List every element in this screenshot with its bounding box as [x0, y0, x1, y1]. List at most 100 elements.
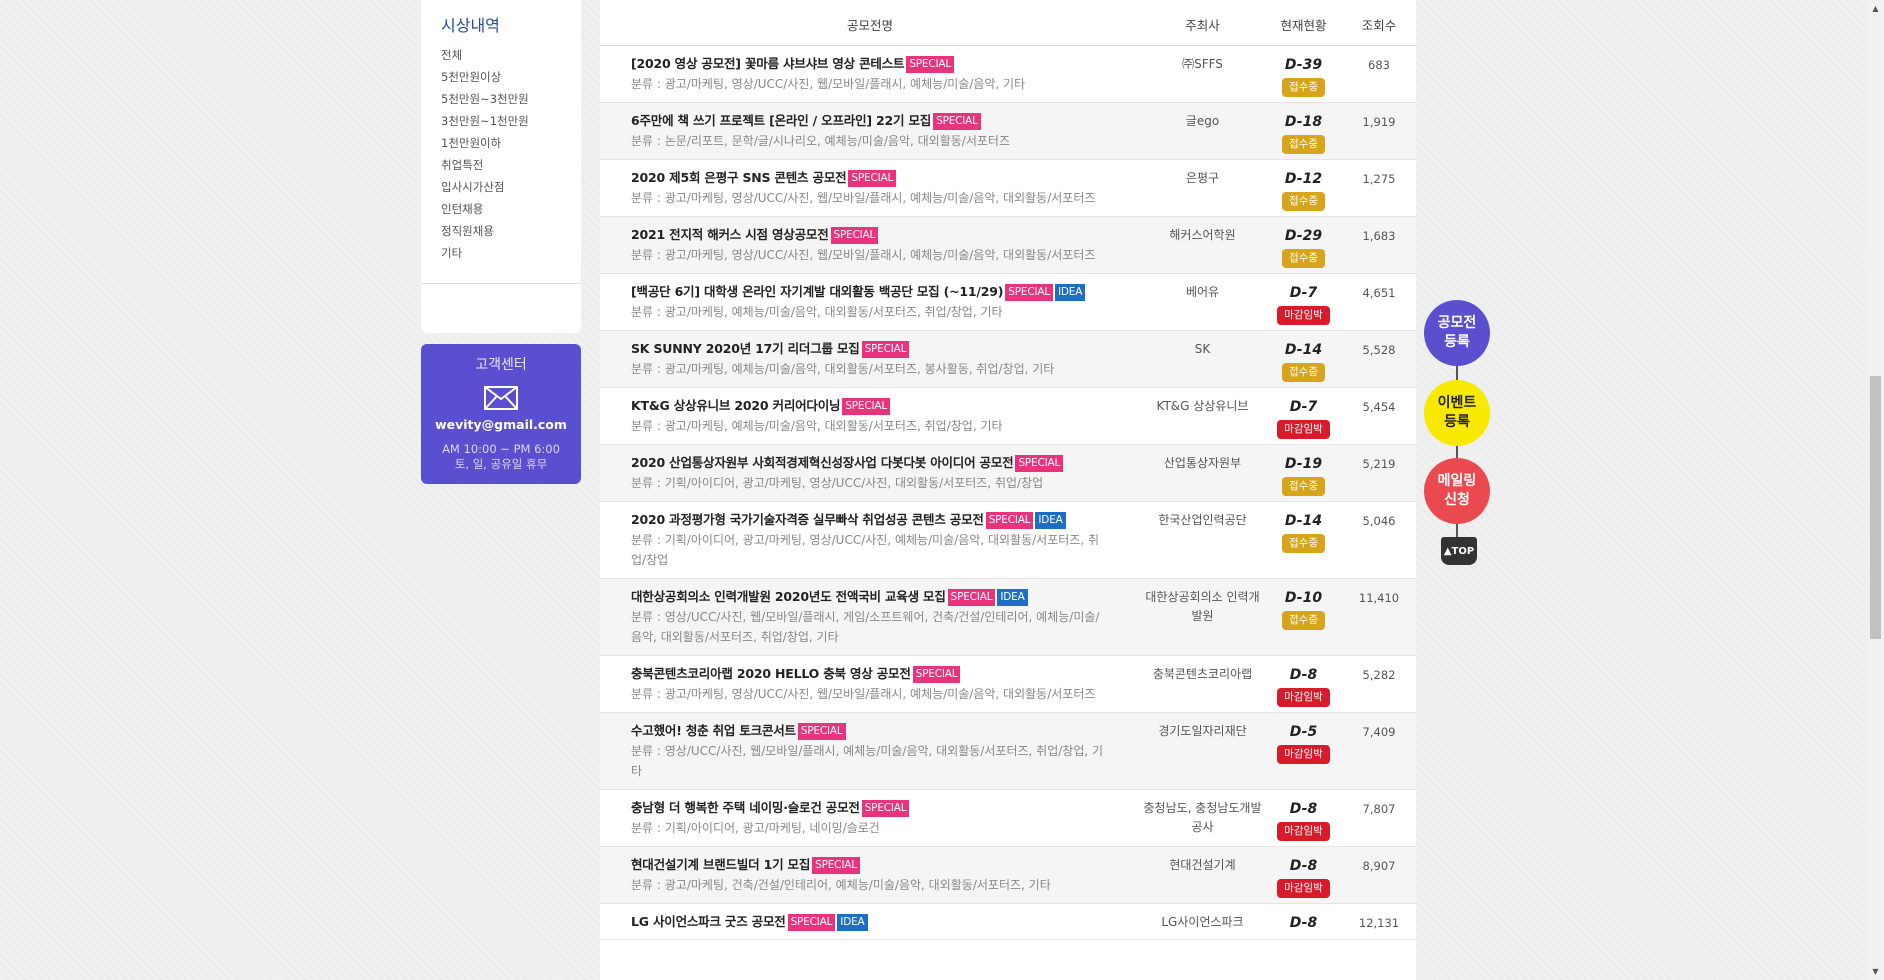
contest-status-cell: D-8	[1265, 904, 1342, 939]
contest-category: 분류 : 광고/마케팅, 영상/UCC/사진, 웹/모바일/플래시, 예체능/미…	[631, 191, 1096, 205]
page-scrollbar[interactable]: ▲ ▼	[1867, 0, 1884, 980]
view-count: 1,275	[1362, 172, 1396, 186]
dday-label: D-14	[1284, 513, 1323, 529]
view-count: 5,046	[1362, 514, 1396, 528]
table-row: 2020 제5회 은평구 SNS 콘텐츠 공모전 SPECIAL 분류 : 광고/마…	[600, 160, 1416, 217]
special-badge: SPECIAL	[1005, 284, 1053, 301]
table-header: 공모전명 주최사 현재현황 조회수	[600, 0, 1416, 46]
view-count: 4,651	[1362, 286, 1396, 300]
contest-status-cell: D-18 접수중	[1265, 103, 1342, 159]
sidebar-item[interactable]: 전체	[441, 44, 529, 66]
contest-title-link[interactable]: 수고했어! 청춘 취업 토크콘서트	[631, 723, 796, 738]
contest-title-link[interactable]: 충북콘텐츠코리아랩 2020 HELLO 충북 영상 공모전	[631, 666, 911, 681]
table-row: 2021 전지적 해커스 시점 영상공모전 SPECIAL 분류 : 광고/마케팅,…	[600, 217, 1416, 274]
view-count: 1,683	[1362, 229, 1396, 243]
contest-title-link[interactable]: SK SUNNY 2020년 17기 리더그룹 모집	[631, 341, 860, 356]
contest-title-link[interactable]: 2021 전지적 해커스 시점 영상공모전	[631, 227, 829, 242]
sidebar-item[interactable]: 3천만원~1천만원	[441, 110, 529, 132]
dday-label: D-5	[1289, 724, 1318, 740]
mailing-signup-label: 메일링 신청	[1437, 473, 1477, 508]
sidebar-item[interactable]: 기타	[441, 242, 529, 264]
contest-host: LG사이언스파크	[1161, 915, 1244, 929]
status-badge: 마감임박	[1277, 745, 1330, 764]
contest-title-link[interactable]: LG 사이언스파크 굿즈 공모전	[631, 914, 786, 929]
table-row: SK SUNNY 2020년 17기 리더그룹 모집 SPECIAL 분류 : 광고…	[600, 331, 1416, 388]
idea-badge: IDEA	[837, 914, 868, 931]
special-badge: SPECIAL	[1015, 455, 1064, 472]
contest-category: 분류 : 광고/마케팅, 건축/건설/인테리어, 예체능/미술/음악, 대외활동…	[631, 878, 1051, 892]
contest-title-link[interactable]: 대한상공회의소 인력개발원 2020년도 전액국비 교육생 모집	[631, 589, 946, 604]
contest-status-cell: D-7 마감임박	[1265, 274, 1342, 330]
contest-category: 분류 : 광고/마케팅, 예체능/미술/음악, 대외활동/서포터즈, 봉사활동,…	[631, 362, 1055, 376]
sidebar-item[interactable]: 입사시가산점	[441, 176, 529, 198]
register-contest-button[interactable]: 공모전 등록	[1424, 300, 1490, 366]
status-badge: 마감임박	[1277, 879, 1330, 898]
contest-status-cell: D-19 접수중	[1265, 445, 1342, 501]
table-row: [2020 영상 공모전] 꽃마름 샤브샤브 영상 콘테스트 SPECIAL 분류 …	[600, 46, 1416, 103]
status-badge: 마감임박	[1277, 420, 1330, 439]
mail-icon	[484, 386, 518, 410]
contest-title-cell: KT&G 상상유니브 2020 커리어다이닝 SPECIAL 분류 : 광고/마케팅…	[600, 388, 1140, 444]
scrollbar-thumb[interactable]	[1870, 376, 1881, 639]
contest-host: 베어유	[1185, 285, 1220, 299]
contest-title-link[interactable]: 2020 산업통상자원부 사회적경제혁신성장사업 다봇다봇 아이디어 공모전	[631, 455, 1014, 470]
contest-category: 분류 : 광고/마케팅, 예체능/미술/음악, 대외활동/서포터즈, 취업/창업…	[631, 419, 1003, 433]
contest-title-link[interactable]: KT&G 상상유니브 2020 커리어다이닝	[631, 398, 841, 413]
sidebar-list: 전체 5천만원이상 5천만원~3천만원 3천만원~1천만원 1천만원이하 취업특전 입사시가…	[441, 44, 529, 264]
contest-title-cell: 2021 전지적 해커스 시점 영상공모전 SPECIAL 분류 : 광고/마케팅,…	[600, 217, 1140, 273]
sidebar-item[interactable]: 1천만원이하	[441, 132, 529, 154]
register-event-label: 이벤트 등록	[1437, 395, 1477, 430]
customer-center-hours-time: AM 10:00 ~ PM 6:00	[442, 442, 560, 456]
contest-title-link[interactable]: 2020 과정평가형 국가기술자격증 실무빠삭 취업성공 콘텐츠 공모전	[631, 512, 984, 527]
register-event-button[interactable]: 이벤트 등록	[1424, 380, 1490, 446]
contest-title-link[interactable]: [백공단 6기] 대학생 온라인 자기계발 대외활동 백공단 모집 (~11/2…	[631, 284, 1003, 299]
contest-category: 분류 : 기획/아이디어, 광고/마케팅, 영상/UCC/사진, 예체능/미술/…	[631, 533, 1099, 567]
dday-label: D-39	[1284, 57, 1323, 73]
contest-status-cell: D-14 접수중	[1265, 331, 1342, 387]
contest-category: 분류 : 광고/마케팅, 영상/UCC/사진, 웹/모바일/플래시, 예체능/미…	[631, 248, 1096, 262]
status-badge: 접수중	[1282, 249, 1325, 268]
contest-title-link[interactable]: 6주만에 책 쓰기 프로젝트 [온라인 / 오프라인] 22기 모집	[631, 113, 931, 128]
scroll-up-arrow-icon[interactable]: ▲	[1867, 0, 1884, 17]
contest-category: 분류 : 영상/UCC/사진, 웹/모바일/플래시, 게임/소프트웨어, 건축/…	[631, 610, 1100, 644]
contest-status-cell: D-29 접수중	[1265, 217, 1342, 273]
dday-label: D-8	[1289, 915, 1318, 931]
status-badge: 접수중	[1282, 477, 1325, 496]
sidebar-item[interactable]: 5천만원이상	[441, 66, 529, 88]
sidebar-prize-filter: 시상내역 전체 5천만원이상 5천만원~3천만원 3천만원~1천만원 1천만원이하 취업특…	[421, 0, 581, 333]
contest-host: 충청남도, 충청남도개발공사	[1143, 801, 1262, 834]
header-title: 공모전명	[846, 18, 893, 33]
contest-host: 충북콘텐츠코리아랩	[1152, 667, 1253, 681]
table-row: 충남형 더 행복한 주택 네이밍·슬로건 공모전 SPECIAL 분류 : 기획/아…	[600, 790, 1416, 847]
sidebar-title: 시상내역	[441, 16, 500, 35]
contest-host: 은평구	[1185, 171, 1220, 185]
dday-label: D-18	[1284, 114, 1323, 130]
sidebar-item[interactable]: 5천만원~3천만원	[441, 88, 529, 110]
contest-title-link[interactable]: [2020 영상 공모전] 꽃마름 샤브샤브 영상 콘테스트	[631, 56, 905, 71]
view-count: 5,454	[1362, 400, 1396, 414]
status-badge: 마감임박	[1277, 822, 1330, 841]
register-contest-label: 공모전 등록	[1437, 315, 1477, 350]
sidebar-item[interactable]: 정직원채용	[441, 220, 529, 242]
table-row: 6주만에 책 쓰기 프로젝트 [온라인 / 오프라인] 22기 모집 SPECIA…	[600, 103, 1416, 160]
contest-title-link[interactable]: 현대건설기계 브랜드빌더 1기 모집	[631, 857, 810, 872]
scroll-down-arrow-icon[interactable]: ▼	[1867, 963, 1884, 980]
contest-title-cell: 6주만에 책 쓰기 프로젝트 [온라인 / 오프라인] 22기 모집 SPECIA…	[600, 103, 1140, 159]
view-count: 12,131	[1358, 916, 1400, 930]
scroll-top-button[interactable]: ▲TOP	[1441, 537, 1477, 565]
sidebar-item[interactable]: 취업특전	[441, 154, 529, 176]
contest-title-link[interactable]: 충남형 더 행복한 주택 네이밍·슬로건 공모전	[631, 800, 860, 815]
table-row: LG 사이언스파크 굿즈 공모전 SPECIAL IDEA LG사이언스파크 D-8 12…	[600, 904, 1416, 940]
contest-title-cell: LG 사이언스파크 굿즈 공모전 SPECIAL IDEA	[600, 904, 1140, 939]
status-badge: 접수중	[1282, 363, 1325, 382]
contest-status-cell: D-8 마감임박	[1265, 790, 1342, 846]
idea-badge: IDEA	[997, 589, 1028, 606]
mailing-signup-button[interactable]: 메일링 신청	[1424, 458, 1490, 524]
table-row: KT&G 상상유니브 2020 커리어다이닝 SPECIAL 분류 : 광고/마케팅…	[600, 388, 1416, 445]
customer-center-title: 고객센터	[475, 357, 527, 373]
sidebar-item[interactable]: 인턴채용	[441, 198, 529, 220]
table-row: 대한상공회의소 인력개발원 2020년도 전액국비 교육생 모집 SPECIAL I…	[600, 579, 1416, 656]
customer-center-box: 고객센터 wevity@gmail.com AM 10:00 ~ PM 6:00…	[421, 344, 581, 484]
contest-title-link[interactable]: 2020 제5회 은평구 SNS 콘텐츠 공모전	[631, 170, 847, 185]
customer-center-email[interactable]: wevity@gmail.com	[421, 417, 581, 432]
